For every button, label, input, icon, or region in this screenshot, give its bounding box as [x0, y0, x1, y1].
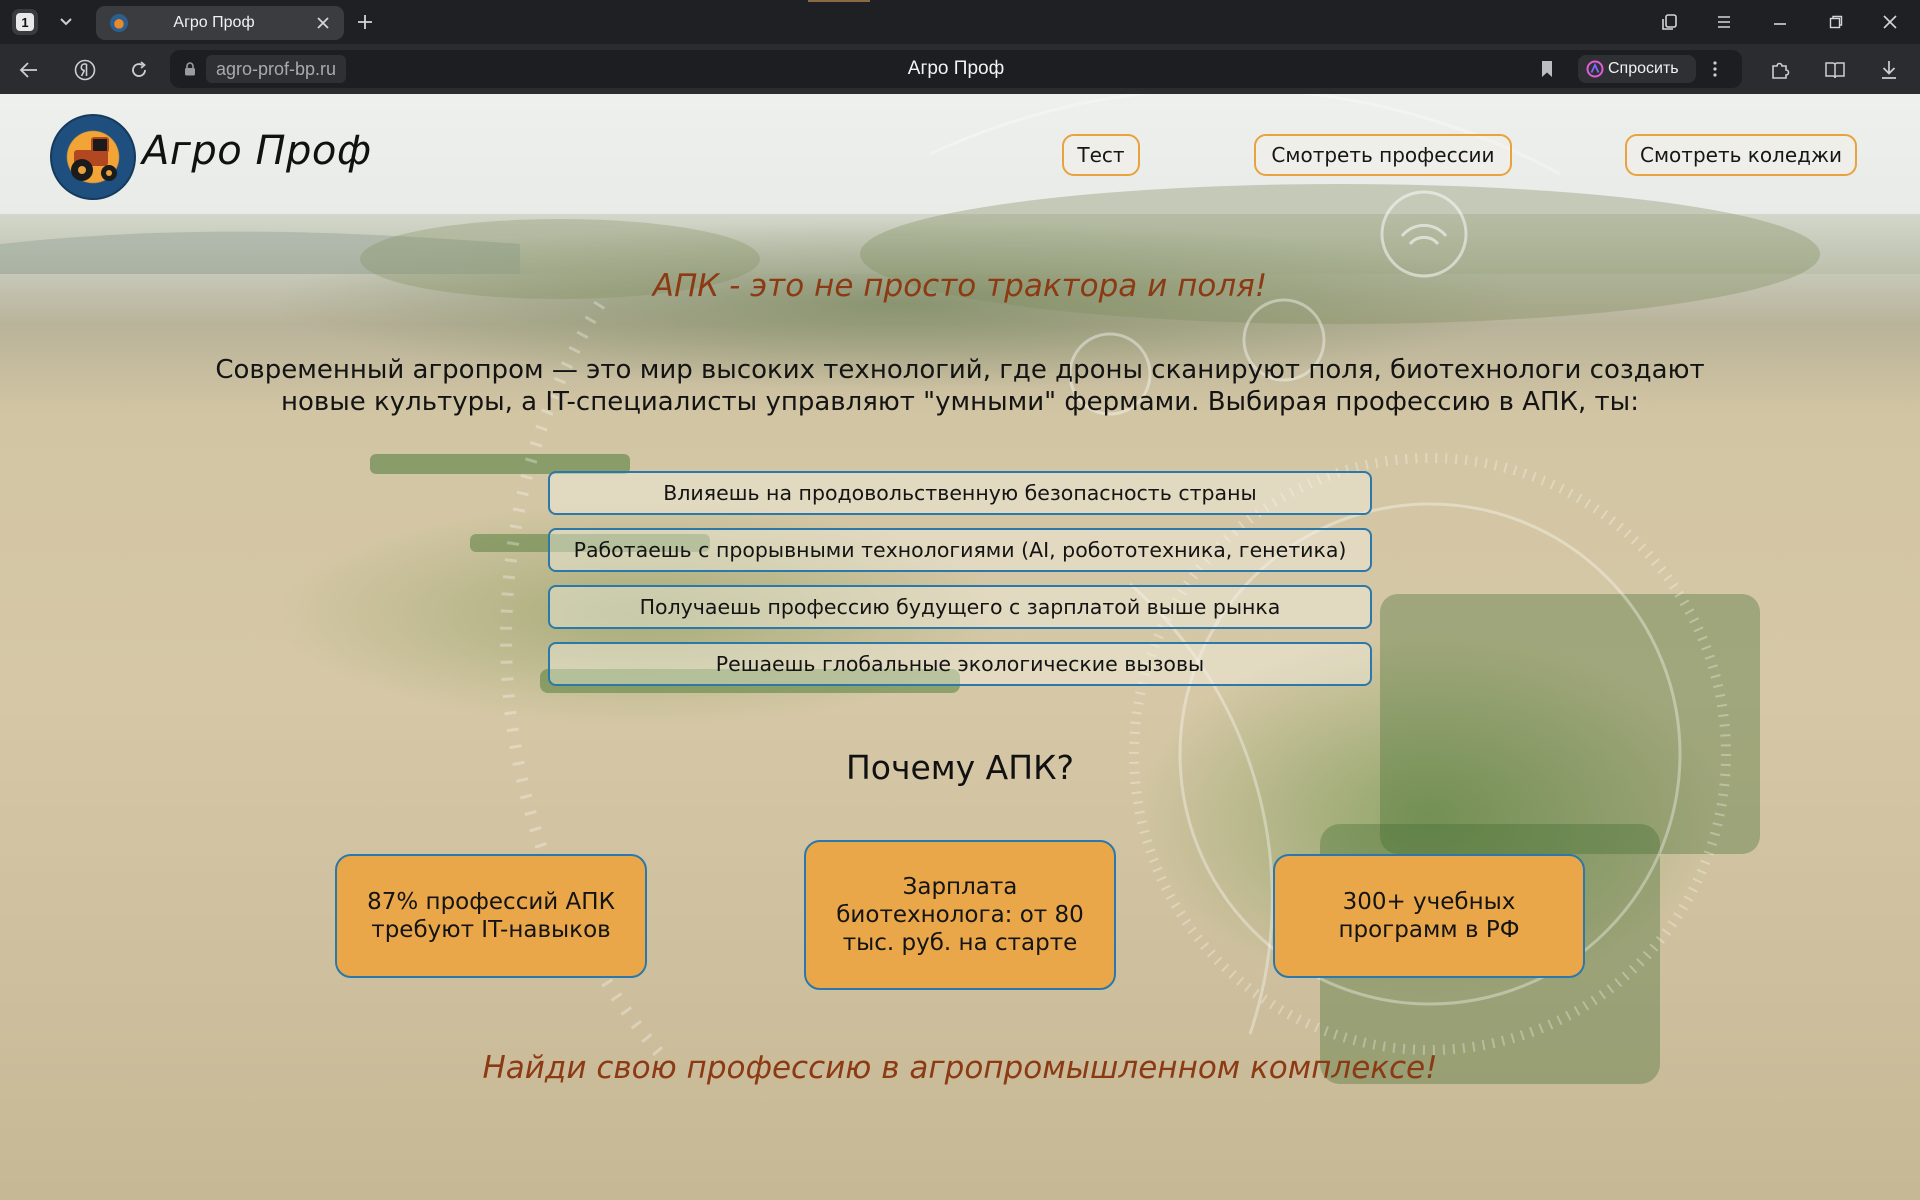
back-arrow-icon[interactable]	[14, 55, 44, 85]
close-window-icon[interactable]	[1876, 9, 1904, 35]
tab-indicator-line	[808, 0, 870, 2]
stat-card-salary: Зарплата биотехнолога: от 80 тыс. руб. н…	[804, 840, 1116, 990]
ask-label: Спросить	[1608, 60, 1679, 77]
benefit-item: Влияешь на продовольственную безопасност…	[548, 471, 1372, 515]
bookmark-icon[interactable]	[1538, 60, 1556, 78]
call-to-action-text: Найди свою профессию в агропромышленном …	[482, 1050, 1438, 1086]
collections-icon[interactable]	[1656, 9, 1684, 35]
url-text[interactable]: agro-prof-bp.ru	[206, 55, 347, 83]
browser-tab[interactable]: Агро Проф	[96, 6, 344, 40]
nav-professions-button[interactable]: Смотреть профессии	[1254, 134, 1512, 176]
reload-icon[interactable]	[124, 55, 154, 85]
benefit-item: Получаешь профессию будущего с зарплатой…	[548, 585, 1372, 629]
site-favicon-icon	[110, 14, 128, 32]
address-page-title: Агро Проф	[907, 58, 1005, 79]
site-brand-name[interactable]: Агро Проф	[142, 128, 372, 174]
extensions-puzzle-icon[interactable]	[1765, 55, 1795, 85]
ask-alice-button[interactable]: Спросить	[1578, 55, 1696, 83]
tab-list-chevron-icon[interactable]	[50, 9, 82, 35]
menu-icon[interactable]	[1710, 9, 1738, 35]
tab-title: Агро Проф	[173, 14, 255, 31]
nav-test-button[interactable]: Тест	[1062, 134, 1140, 176]
hero-title: АПК - это не просто трактора и поля!	[652, 268, 1268, 304]
browser-toolbar: agro-prof-bp.ru Агро Проф Спросить	[0, 44, 1920, 94]
benefit-item: Работаешь с прорывными технологиями (AI,…	[548, 528, 1372, 572]
more-vertical-icon[interactable]	[1700, 55, 1730, 83]
lock-icon	[182, 61, 198, 77]
reading-list-icon[interactable]	[1820, 55, 1850, 85]
yandex-home-icon[interactable]	[70, 55, 100, 85]
benefits-list: Влияешь на продовольственную безопасност…	[548, 471, 1372, 699]
alice-icon	[1586, 60, 1604, 78]
benefit-item: Решаешь глобальные экологические вызовы	[548, 642, 1372, 686]
agro-prof-logo[interactable]	[50, 114, 136, 200]
tab-counter-button[interactable]: 1	[12, 9, 38, 35]
new-tab-plus-icon[interactable]	[352, 9, 378, 35]
intro-paragraph: Современный агропром — это мир высоких т…	[215, 355, 1705, 417]
tractor-icon	[71, 137, 117, 181]
restore-window-icon[interactable]	[1822, 9, 1850, 35]
download-icon[interactable]	[1874, 55, 1904, 85]
tab-count: 1	[16, 13, 34, 31]
stat-card-programs: 300+ учебных программ в РФ	[1273, 854, 1585, 978]
minimize-window-icon[interactable]	[1766, 9, 1794, 35]
why-apk-heading: Почему АПК?	[845, 748, 1075, 787]
address-bar[interactable]: agro-prof-bp.ru Агро Проф Спросить	[170, 50, 1742, 88]
close-tab-icon[interactable]	[310, 10, 336, 36]
stat-card-it-skills: 87% профессий АПК требуют IT-навыков	[335, 854, 647, 978]
page-viewport: Агро Проф Тест Смотреть профессии Смотре…	[0, 94, 1920, 1200]
nav-colleges-button[interactable]: Смотреть коледжи	[1625, 134, 1857, 176]
browser-tab-bar: 1 Агро Проф	[0, 0, 1920, 44]
